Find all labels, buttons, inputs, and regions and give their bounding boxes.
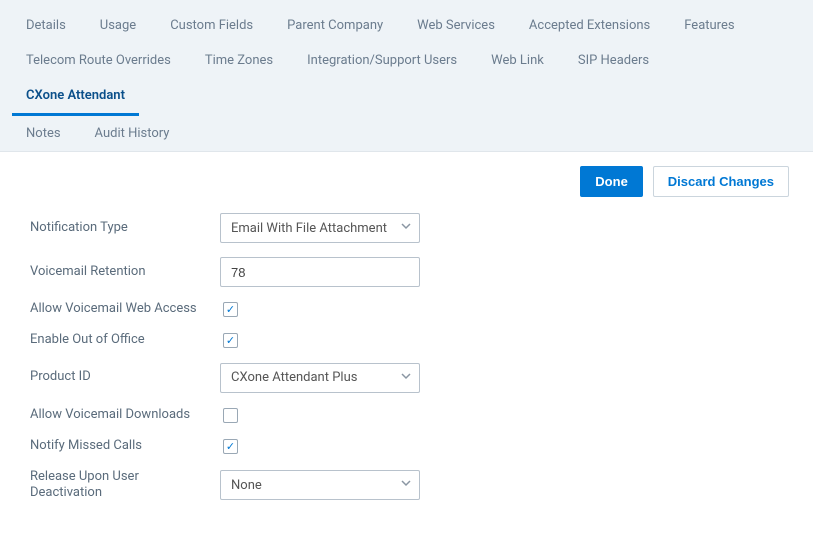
tab-custom-fields[interactable]: Custom Fields: [156, 8, 267, 43]
notify-missed-calls-checkbox[interactable]: [223, 439, 238, 454]
done-button[interactable]: Done: [580, 166, 643, 197]
tab-integration-support-users[interactable]: Integration/Support Users: [293, 43, 471, 78]
allow-voicemail-web-access-checkbox[interactable]: [223, 302, 238, 317]
tab-audit-history[interactable]: Audit History: [81, 116, 184, 151]
tab-telecom-route-overrides[interactable]: Telecom Route Overrides: [12, 43, 185, 78]
tab-details[interactable]: Details: [12, 8, 80, 43]
tabs-bar: Details Usage Custom Fields Parent Compa…: [0, 0, 813, 152]
release-upon-user-deactivation-label: Release Upon User Deactivation: [30, 469, 220, 503]
allow-voicemail-downloads-checkbox[interactable]: [223, 408, 238, 423]
tab-parent-company[interactable]: Parent Company: [273, 8, 397, 43]
discard-changes-button[interactable]: Discard Changes: [653, 166, 789, 197]
product-id-label: Product ID: [30, 369, 220, 386]
release-upon-user-deactivation-value: None: [220, 470, 420, 500]
notification-type-label: Notification Type: [30, 220, 220, 237]
form-panel: Notification Type Email With File Attach…: [0, 205, 813, 536]
voicemail-retention-input[interactable]: [220, 257, 420, 287]
tab-sip-headers[interactable]: SIP Headers: [564, 43, 663, 78]
notification-type-value: Email With File Attachment: [220, 213, 420, 243]
tab-features[interactable]: Features: [670, 8, 748, 43]
tab-web-link[interactable]: Web Link: [477, 43, 558, 78]
release-upon-user-deactivation-select[interactable]: None: [220, 470, 420, 500]
tab-accepted-extensions[interactable]: Accepted Extensions: [515, 8, 664, 43]
notify-missed-calls-label: Notify Missed Calls: [30, 438, 220, 455]
tab-usage[interactable]: Usage: [86, 8, 150, 43]
tab-web-services[interactable]: Web Services: [403, 8, 509, 43]
product-id-value: CXone Attendant Plus: [220, 363, 420, 393]
tab-cxone-attendant[interactable]: CXone Attendant: [12, 78, 139, 116]
enable-out-of-office-label: Enable Out of Office: [30, 332, 220, 349]
voicemail-retention-label: Voicemail Retention: [30, 264, 220, 281]
tab-notes[interactable]: Notes: [12, 116, 75, 151]
notification-type-select[interactable]: Email With File Attachment: [220, 213, 420, 243]
enable-out-of-office-checkbox[interactable]: [223, 333, 238, 348]
product-id-select[interactable]: CXone Attendant Plus: [220, 363, 420, 393]
tab-time-zones[interactable]: Time Zones: [191, 43, 287, 78]
allow-voicemail-web-access-label: Allow Voicemail Web Access: [30, 301, 220, 318]
action-bar: Done Discard Changes: [0, 152, 813, 205]
allow-voicemail-downloads-label: Allow Voicemail Downloads: [30, 407, 220, 424]
